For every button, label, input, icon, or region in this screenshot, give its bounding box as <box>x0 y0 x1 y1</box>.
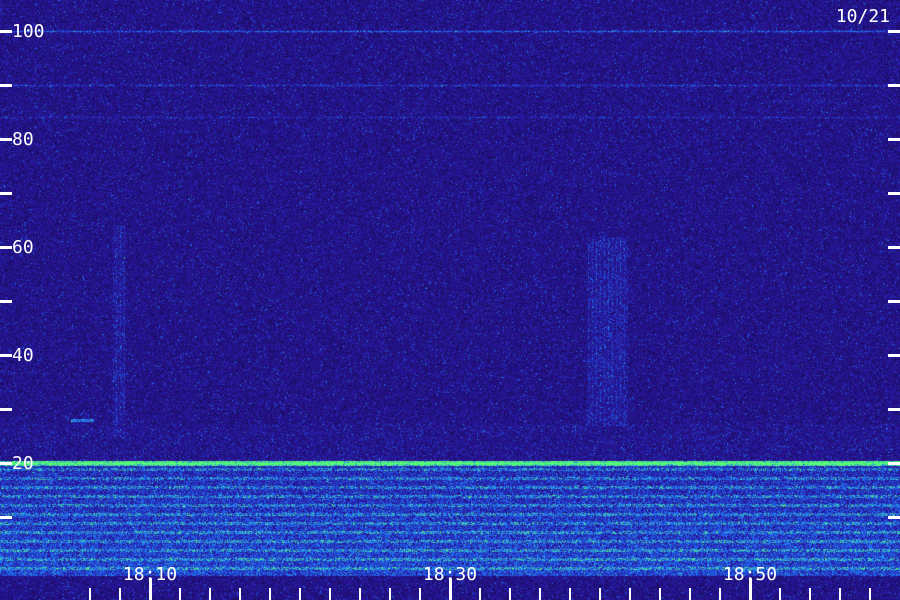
y-tick-left-80 <box>0 138 12 141</box>
y-tick-left-30 <box>0 408 12 411</box>
x-tick-minor-1814 <box>209 588 211 600</box>
y-tick-left-70 <box>0 192 12 195</box>
x-tick-minor-1820 <box>299 588 301 600</box>
x-tick-label-1830: 18:30 <box>423 564 477 585</box>
x-tick-minor-1854 <box>809 588 811 600</box>
x-tick-minor-1852 <box>779 588 781 600</box>
y-tick-label-80: 80 <box>12 129 34 150</box>
x-tick-minor-1848 <box>719 588 721 600</box>
y-tick-right-90 <box>888 84 900 87</box>
y-tick-right-10 <box>888 516 900 519</box>
x-tick-minor-1828 <box>419 588 421 600</box>
x-tick-minor-1834 <box>509 588 511 600</box>
x-tick-label-1810: 18:10 <box>123 564 177 585</box>
y-tick-left-100 <box>0 30 12 33</box>
x-tick-minor-1842 <box>629 588 631 600</box>
x-tick-minor-1816 <box>239 588 241 600</box>
x-tick-minor-1840 <box>599 588 601 600</box>
y-tick-right-100 <box>888 30 900 33</box>
x-tick-minor-1812 <box>179 588 181 600</box>
x-tick-minor-1818 <box>269 588 271 600</box>
y-tick-right-20 <box>888 462 900 465</box>
y-tick-right-70 <box>888 192 900 195</box>
x-tick-minor-1808 <box>119 588 121 600</box>
y-tick-left-50 <box>0 300 12 303</box>
spectrogram-axes: 20 40 60 80 100 18:10 18:30 18:50 <box>0 21 900 600</box>
x-tick-minor-1824 <box>359 588 361 600</box>
x-tick-minor-1832 <box>479 588 481 600</box>
x-tick-minor-1822 <box>329 588 331 600</box>
date-label: 10/21 <box>835 6 890 27</box>
y-tick-label-40: 40 <box>12 345 34 366</box>
x-tick-minor-1856 <box>839 588 841 600</box>
y-tick-left-20 <box>0 462 12 465</box>
y-tick-label-20: 20 <box>12 453 34 474</box>
x-tick-minor-1838 <box>569 588 571 600</box>
y-tick-right-50 <box>888 300 900 303</box>
x-tick-minor-1846 <box>689 588 691 600</box>
y-tick-left-10 <box>0 516 12 519</box>
y-tick-label-60: 60 <box>12 237 34 258</box>
x-tick-minor-1806 <box>89 588 91 600</box>
x-tick-minor-1844 <box>659 588 661 600</box>
y-tick-label-100: 100 <box>12 21 45 42</box>
spectrogram: 20 40 60 80 100 18:10 18:30 18:50 10/21 <box>0 0 900 600</box>
y-tick-right-30 <box>888 408 900 411</box>
y-tick-right-60 <box>888 246 900 249</box>
y-tick-left-60 <box>0 246 12 249</box>
x-tick-label-1850: 18:50 <box>723 564 777 585</box>
y-tick-right-40 <box>888 354 900 357</box>
y-tick-right-80 <box>888 138 900 141</box>
y-tick-left-90 <box>0 84 12 87</box>
x-tick-minor-1836 <box>539 588 541 600</box>
x-tick-minor-1826 <box>389 588 391 600</box>
y-tick-left-40 <box>0 354 12 357</box>
x-tick-minor-1858 <box>869 588 871 600</box>
